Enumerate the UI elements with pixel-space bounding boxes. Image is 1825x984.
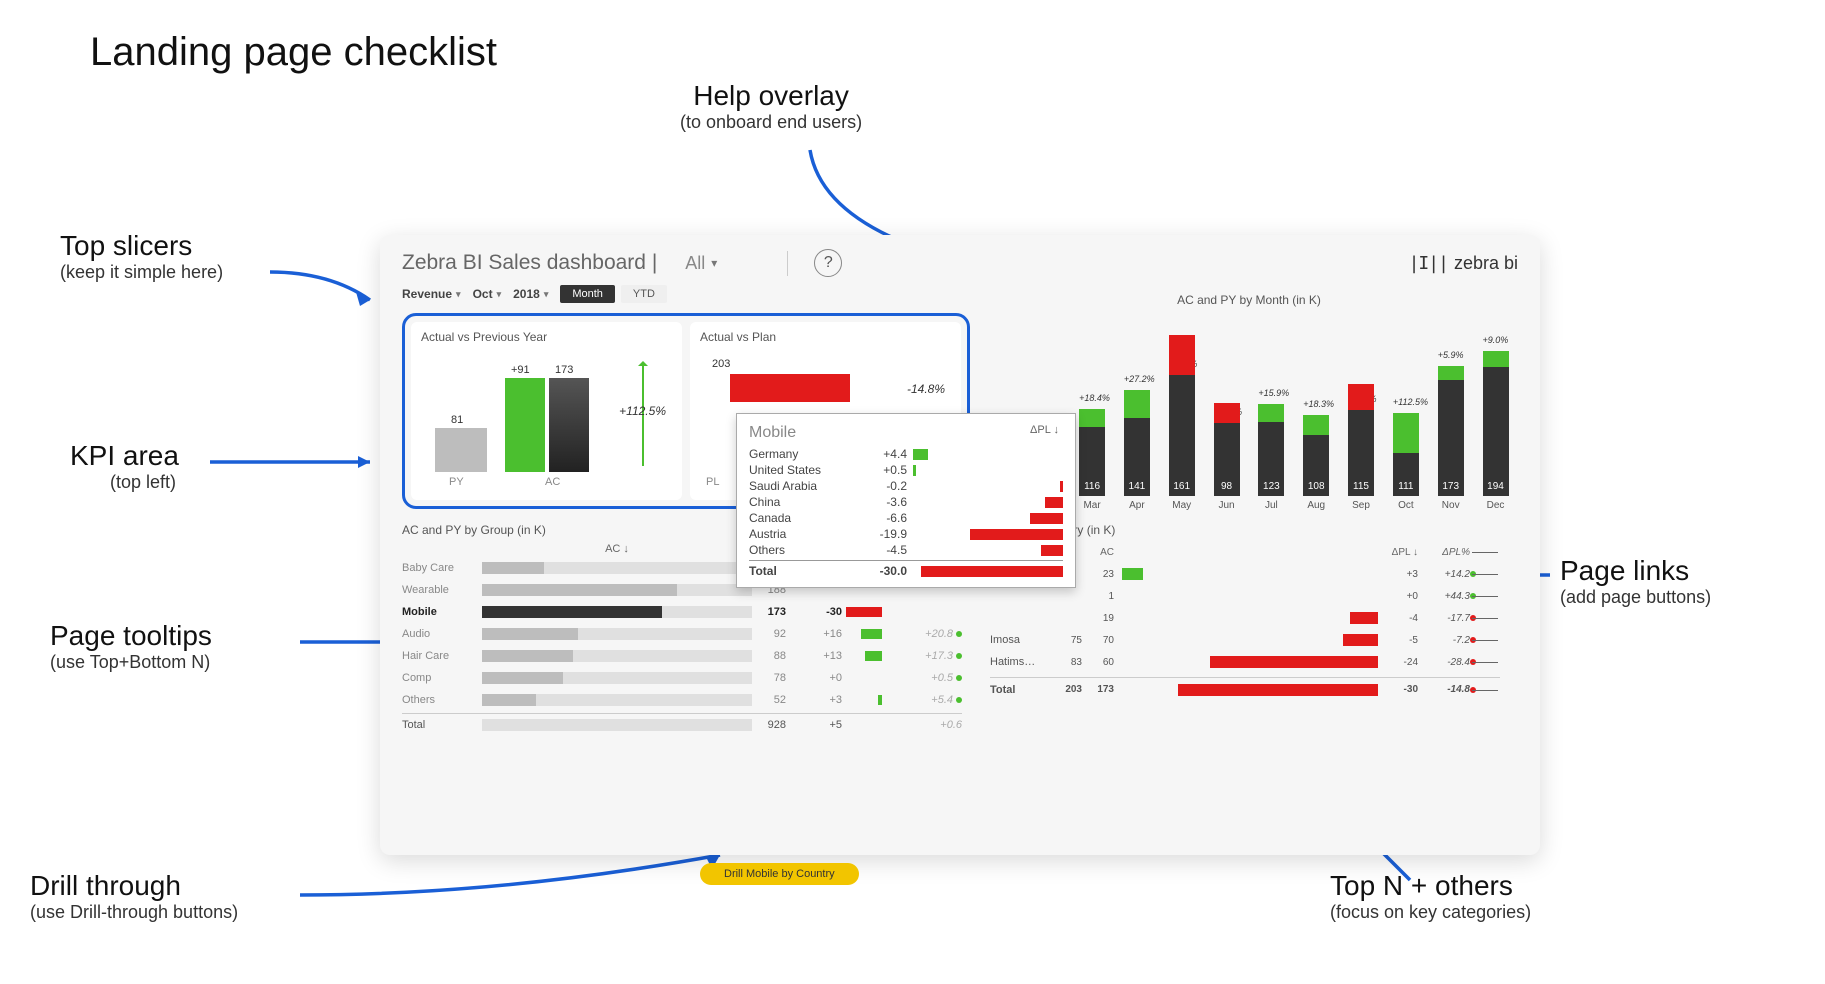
dashboard-card: Zebra BI Sales dashboard | All ▾ ? |I|| … xyxy=(380,235,1540,855)
table-row[interactable]: Others52+3+5.4 xyxy=(402,689,962,711)
top-slicer[interactable]: All ▾ xyxy=(677,251,788,276)
button-ytd[interactable]: YTD xyxy=(621,285,667,303)
month-column: +18.3%108Aug xyxy=(1296,415,1337,511)
slicer-month[interactable]: Oct▾ xyxy=(473,287,502,301)
annotation-sub: (focus on key categories) xyxy=(1330,902,1531,923)
table-row[interactable]: Comp78+0+0.5 xyxy=(402,667,962,689)
month-column: +5.9%173Nov xyxy=(1430,366,1471,511)
help-button[interactable]: ? xyxy=(814,249,842,277)
py-value: 81 xyxy=(451,414,463,426)
pl-value: 203 xyxy=(712,358,730,370)
list-item: Austria-19.9 xyxy=(749,526,1063,542)
annotation-drill-through: Drill through (use Drill-through buttons… xyxy=(30,870,238,923)
pl-label: PL xyxy=(706,476,719,488)
pl-pct: -14.8% xyxy=(907,382,945,396)
col-ac: AC xyxy=(1082,547,1114,558)
table-row[interactable]: Hair Care88+13+17.3 xyxy=(402,645,962,667)
annotation-sub: (to onboard end users) xyxy=(680,112,862,133)
ac-label: AC xyxy=(545,476,560,488)
chevron-down-icon: ▾ xyxy=(544,289,549,300)
annotation-title: Page links xyxy=(1560,555,1711,587)
table-row-total: Total928+5+0.6 xyxy=(402,713,962,735)
slicer-measure[interactable]: Revenue▾ xyxy=(402,287,461,301)
logo-text: zebra bi xyxy=(1454,253,1518,274)
month-column: -22.5%115Sep xyxy=(1341,410,1382,511)
col-ac: AC ↓ xyxy=(482,543,752,555)
list-item: China-3.6 xyxy=(749,494,1063,510)
month-column: -37.3%161May xyxy=(1161,375,1202,511)
annotation-page-tooltips: Page tooltips (use Top+Bottom N) xyxy=(50,620,212,673)
annotation-title: Page tooltips xyxy=(50,620,212,652)
bar-ac xyxy=(549,378,589,472)
month-column: +9.0%194Dec xyxy=(1475,351,1516,512)
annotation-title: Help overlay xyxy=(680,80,862,112)
bar-pl-red xyxy=(730,374,850,402)
annotation-top-slicers: Top slicers (keep it simple here) xyxy=(60,230,223,283)
bar-delta xyxy=(505,378,545,472)
list-item: Saudi Arabia-0.2 xyxy=(749,478,1063,494)
arrow-icon xyxy=(210,452,390,477)
month-column: +15.9%123Jul xyxy=(1251,404,1292,511)
question-icon: ? xyxy=(824,254,833,272)
table-row[interactable]: Imosa7570-5-7.2 xyxy=(990,629,1500,651)
kpi-title: Actual vs Plan xyxy=(700,330,951,344)
monthly-title: AC and PY by Month (in K) xyxy=(980,293,1518,307)
annotation-kpi-area: KPI area (top left) xyxy=(70,440,179,493)
list-item: Canada-6.6 xyxy=(749,510,1063,526)
list-item: United States+0.5 xyxy=(749,462,1063,478)
list-item: Germany+4.4 xyxy=(749,446,1063,462)
chevron-down-icon: ▾ xyxy=(456,289,461,300)
kpi-chart-py: 81 PY +91 173 AC +112.5% xyxy=(421,350,672,490)
top-slicer-label: All xyxy=(685,253,705,274)
page-title: Landing page checklist xyxy=(90,30,497,75)
py-pct: +112.5% xyxy=(619,404,666,418)
chevron-down-icon: ▾ xyxy=(497,289,502,300)
table-row-total: Total203173-30-14.8 xyxy=(990,677,1500,699)
annotation-sub: (keep it simple here) xyxy=(60,262,223,283)
col-dpl: ΔPL ↓ xyxy=(1386,547,1418,558)
ac-value: 173 xyxy=(555,364,573,376)
dashboard-title: Zebra BI Sales dashboard | xyxy=(402,251,657,275)
delta-value: +91 xyxy=(511,364,530,376)
tooltip-title: Mobile xyxy=(749,424,1063,442)
kpi-title: Actual vs Previous Year xyxy=(421,330,672,344)
arrow-icon xyxy=(300,855,740,920)
dashboard-header: Zebra BI Sales dashboard | All ▾ ? |I|| … xyxy=(380,235,1540,285)
annotation-sub: (use Top+Bottom N) xyxy=(50,652,212,673)
month-column: -17.4%98Jun xyxy=(1206,423,1247,512)
table-row[interactable]: 19-4-17.7 xyxy=(990,607,1500,629)
annotation-title: Drill through xyxy=(30,870,238,902)
logo-icon: |I|| xyxy=(1409,253,1448,274)
table-row[interactable]: 1+0+44.3 xyxy=(990,585,1500,607)
month-column: +112.5%111Oct xyxy=(1385,413,1426,511)
table-row[interactable]: Hatims…8360-24-28.4 xyxy=(990,651,1500,673)
slicer-year[interactable]: 2018▾ xyxy=(513,287,548,301)
py-label: PY xyxy=(449,476,464,488)
annotation-sub: (add page buttons) xyxy=(1560,587,1711,608)
button-month[interactable]: Month xyxy=(560,285,615,303)
annotation-sub: (use Drill-through buttons) xyxy=(30,902,238,923)
list-item: Others-4.5 xyxy=(749,542,1063,558)
page-tooltip: Mobile ΔPL ↓ Germany+4.4United States+0.… xyxy=(736,413,1076,588)
col-pct: ΔPL% xyxy=(1418,547,1470,558)
annotation-title: KPI area xyxy=(70,440,179,472)
kpi-card-py[interactable]: Actual vs Previous Year 81 PY +91 173 AC… xyxy=(411,322,682,500)
annotation-sub: (top left) xyxy=(110,472,179,493)
month-column: +18.4%116Mar xyxy=(1072,409,1113,511)
table-row[interactable]: Audio92+16+20.8 xyxy=(402,623,962,645)
list-item-total: Total-30.0 xyxy=(749,560,1063,579)
annotation-page-links: Page links (add page buttons) xyxy=(1560,555,1711,608)
table-row[interactable]: Mobile173-30 xyxy=(402,601,962,623)
annotation-help-overlay: Help overlay (to onboard end users) xyxy=(680,80,862,133)
logo: |I|| zebra bi xyxy=(1409,253,1518,274)
tooltip-col-head: ΔPL ↓ xyxy=(1030,424,1059,436)
drill-through-button[interactable]: Drill Mobile by Country xyxy=(700,863,859,885)
bar-py xyxy=(435,428,487,472)
annotation-title: Top slicers xyxy=(60,230,223,262)
chevron-down-icon: ▾ xyxy=(711,256,717,270)
month-column: +27.2%141Apr xyxy=(1116,390,1157,511)
